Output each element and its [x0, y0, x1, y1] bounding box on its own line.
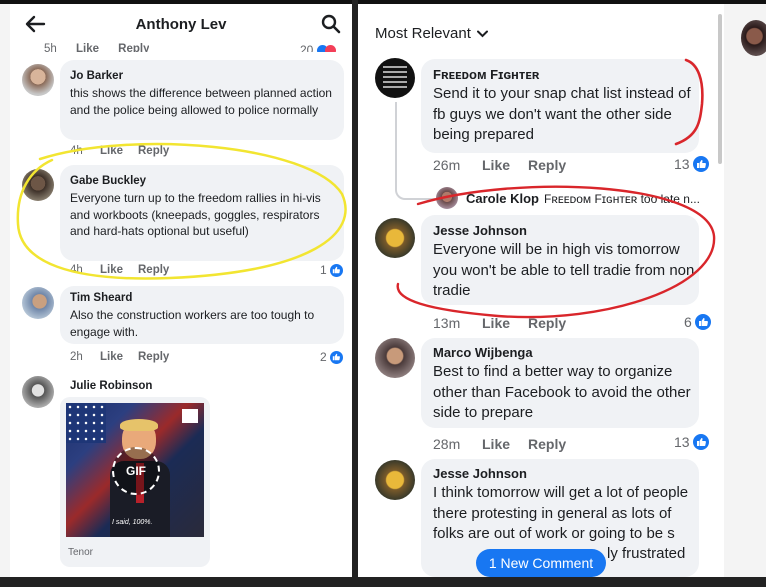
partial-avatar[interactable] — [741, 20, 766, 56]
left-comments-panel: Anthony Lev 5h Like Reply 20 Jo Barker t… — [10, 4, 352, 577]
yellow-highlight-circle — [16, 142, 347, 280]
bottom-edge-bar — [0, 577, 766, 587]
red-annotation-marks — [396, 58, 716, 319]
right-comments-panel: Most Relevant Fʀᴇᴇᴅᴏᴍ Fɪɢʜᴛᴇʀ Send it to… — [358, 4, 724, 577]
